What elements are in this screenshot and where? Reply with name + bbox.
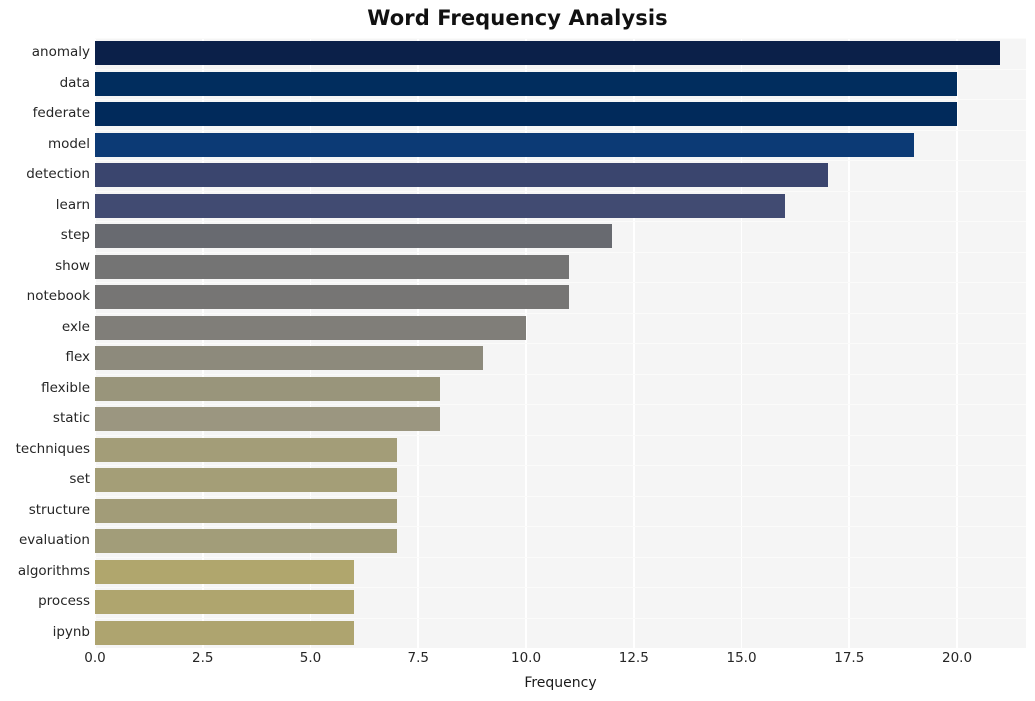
x-tick-label: 2.5 — [192, 650, 214, 666]
x-axis-labels: 0.0 2.5 5.0 7.5 10.0 12.5 15.0 17.5 20.0 — [0, 650, 1035, 674]
bar[interactable] — [95, 559, 354, 584]
gridline-y-2 — [95, 99, 1026, 101]
gridline-y-18 — [95, 587, 1026, 589]
bar[interactable] — [95, 224, 613, 249]
chart-title: Word Frequency Analysis — [367, 6, 668, 30]
bar[interactable] — [95, 132, 914, 157]
bar[interactable] — [95, 376, 440, 401]
bar[interactable] — [95, 620, 354, 645]
y-tick-label: anomaly — [31, 44, 90, 61]
bar[interactable] — [95, 529, 397, 554]
bar[interactable] — [95, 71, 958, 96]
gridline-y-14 — [95, 465, 1026, 467]
gridline-y-10 — [95, 343, 1026, 345]
bar[interactable] — [95, 407, 440, 432]
y-tick-label: notebook — [26, 288, 90, 305]
y-tick-label: process — [38, 593, 90, 610]
y-tick-label: structure — [28, 501, 90, 518]
bar[interactable] — [95, 41, 1001, 66]
gridline-y-0 — [95, 38, 1026, 40]
x-tick-label: 0.0 — [84, 650, 106, 666]
x-tick-label: 15.0 — [726, 650, 757, 666]
bar[interactable] — [95, 346, 483, 371]
bar[interactable] — [95, 315, 527, 340]
bar[interactable] — [95, 590, 354, 615]
y-tick-label: static — [52, 410, 90, 427]
bar[interactable] — [95, 102, 958, 127]
gridline-y-17 — [95, 556, 1026, 558]
x-tick-label: 5.0 — [299, 650, 322, 666]
gridline-y-12 — [95, 404, 1026, 406]
x-tick-label: 20.0 — [942, 650, 973, 666]
chart-container: Word Frequency Analysis anomaly data feder… — [0, 0, 1035, 701]
bar[interactable] — [95, 498, 397, 523]
plot-area — [95, 38, 1026, 648]
bar[interactable] — [95, 285, 570, 310]
x-axis-title: Frequency — [524, 675, 597, 691]
gridline-y-7 — [95, 251, 1026, 253]
gridline-y-1 — [95, 68, 1026, 70]
gridline-y-6 — [95, 221, 1026, 223]
x-tick-label: 12.5 — [618, 650, 649, 666]
gridline-y-15 — [95, 495, 1026, 497]
gridline-y-5 — [95, 190, 1026, 192]
y-tick-label: evaluation — [18, 532, 90, 549]
y-tick-label: federate — [32, 105, 90, 122]
bar[interactable] — [95, 254, 570, 279]
x-tick-label: 10.0 — [510, 650, 542, 666]
gridline-y-19 — [95, 617, 1026, 619]
bar[interactable] — [95, 437, 397, 462]
y-tick-label: flex — [65, 349, 90, 366]
gridline-y-16 — [95, 526, 1026, 528]
y-tick-label: model — [47, 135, 90, 152]
y-tick-label: ipynb — [52, 623, 90, 640]
y-tick-label: detection — [26, 166, 90, 183]
y-tick-label: techniques — [15, 440, 90, 457]
y-tick-label: set — [69, 471, 90, 488]
y-tick-label: step — [60, 227, 90, 244]
y-tick-label: show — [55, 257, 90, 274]
bar[interactable] — [95, 193, 785, 218]
x-tick-label: 7.5 — [407, 650, 429, 666]
gridline-y-4 — [95, 160, 1026, 162]
x-tick-label: 17.5 — [834, 650, 865, 666]
bar[interactable] — [95, 468, 397, 493]
y-tick-label: flexible — [41, 379, 90, 396]
gridline-y-3 — [95, 129, 1026, 131]
gridline-y-9 — [95, 312, 1026, 314]
gridline-y-8 — [95, 282, 1026, 284]
bar[interactable] — [95, 163, 828, 188]
y-tick-label: learn — [55, 196, 90, 213]
y-tick-label: exle — [61, 318, 90, 335]
gridline-y-11 — [95, 373, 1026, 375]
y-tick-label: algorithms — [17, 562, 90, 579]
y-axis-labels: anomaly data federate model detection learn st… — [0, 38, 90, 648]
y-tick-label: data — [59, 74, 90, 91]
gridline-y-13 — [95, 434, 1026, 436]
